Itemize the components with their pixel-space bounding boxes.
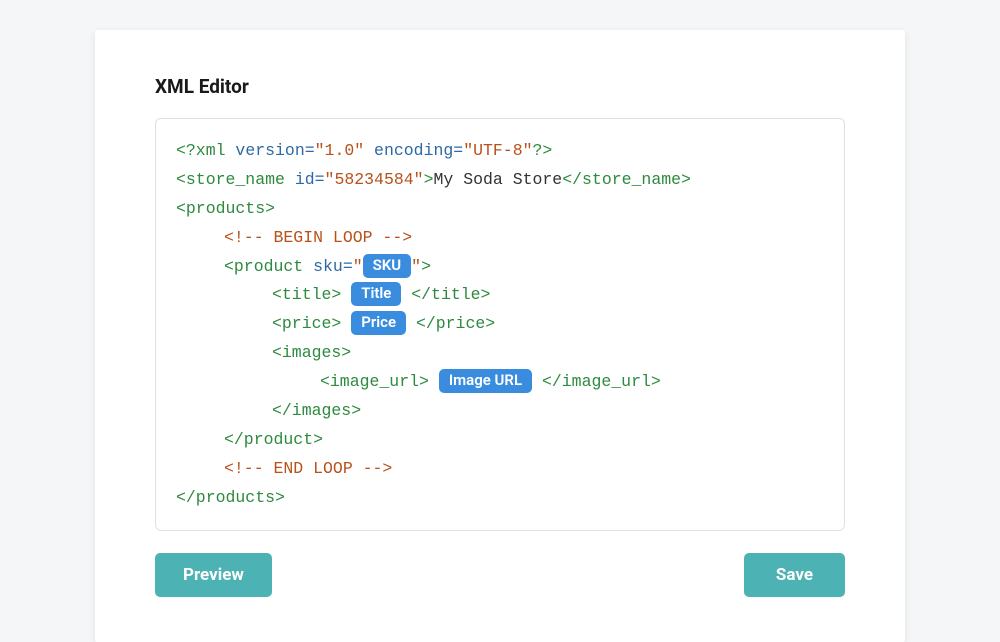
panel-title: XML Editor xyxy=(155,75,845,98)
code-line: <title> Title </title> xyxy=(176,281,824,310)
xml-code-editor[interactable]: <?xml version="1.0" encoding="UTF-8"?> <… xyxy=(155,118,845,531)
xml-editor-card: XML Editor <?xml version="1.0" encoding=… xyxy=(95,30,905,642)
preview-button[interactable]: Preview xyxy=(155,553,272,597)
code-line: <?xml version="1.0" encoding="UTF-8"?> xyxy=(176,137,824,166)
code-line: <!-- BEGIN LOOP --> xyxy=(176,224,824,253)
variable-pill-image-url[interactable]: Image URL xyxy=(439,369,532,393)
variable-pill-price[interactable]: Price xyxy=(351,311,406,335)
save-button[interactable]: Save xyxy=(744,553,845,597)
code-line: </products> xyxy=(176,484,824,513)
code-line: <products> xyxy=(176,195,824,224)
code-line: </product> xyxy=(176,426,824,455)
variable-pill-sku[interactable]: SKU xyxy=(363,254,412,278)
code-line: <!-- END LOOP --> xyxy=(176,455,824,484)
code-line: </images> xyxy=(176,397,824,426)
code-line: <store_name id="58234584">My Soda Store<… xyxy=(176,166,824,195)
code-line: <price> Price </price> xyxy=(176,310,824,339)
button-row: Preview Save xyxy=(155,553,845,597)
code-line: <product sku="SKU"> xyxy=(176,253,824,282)
code-line: <image_url> Image URL </image_url> xyxy=(176,368,824,397)
code-line: <images> xyxy=(176,339,824,368)
variable-pill-title[interactable]: Title xyxy=(351,282,401,306)
